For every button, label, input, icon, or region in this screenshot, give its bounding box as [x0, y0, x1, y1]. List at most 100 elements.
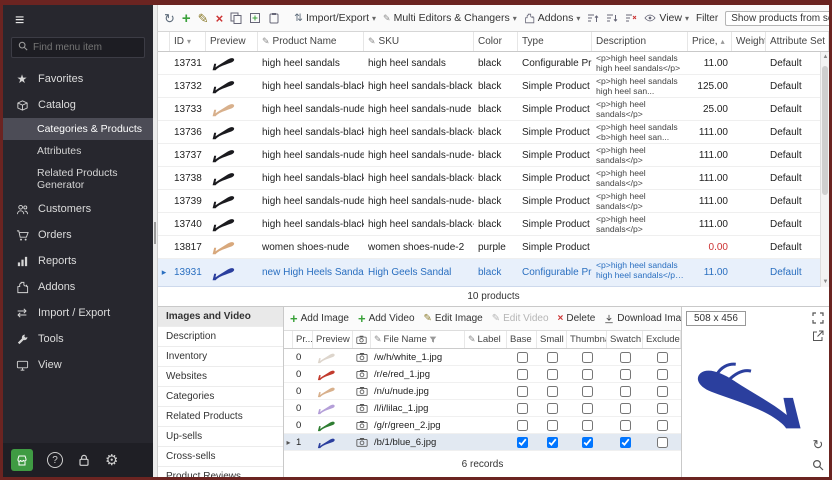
swatch-checkbox[interactable] [620, 437, 631, 448]
sidebar-search[interactable] [11, 37, 145, 58]
product-row[interactable]: 13736high heel sandals-black-36high heel… [158, 121, 829, 144]
sidebar-item-addons[interactable]: Addons [3, 274, 153, 300]
sort-desc-icon[interactable] [606, 13, 618, 24]
column-header-small[interactable]: Small [537, 331, 567, 348]
copy-icon[interactable] [230, 12, 242, 24]
product-row[interactable]: ▸13931new High Heels SandalsHigh Geels S… [158, 259, 829, 287]
add-video-button[interactable]: +Add Video [358, 311, 415, 326]
delete-image-button[interactable]: ×Delete [558, 313, 596, 324]
base-checkbox[interactable] [517, 352, 528, 363]
row-expand-icon[interactable]: ▸ [284, 434, 293, 450]
image-row[interactable]: 0/g/r/green_2.jpg [284, 417, 681, 434]
tab-description[interactable]: Description [158, 327, 283, 347]
sidebar-item-catalog[interactable]: Catalog [3, 92, 153, 118]
column-header-product-name[interactable]: ✎Product Name [258, 32, 364, 51]
column-header-color[interactable]: Color [474, 32, 518, 51]
lock-icon[interactable] [77, 453, 91, 467]
sidebar-item-import-export[interactable]: ⇄ Import / Export [3, 300, 153, 326]
fullscreen-icon[interactable] [812, 312, 824, 324]
import-export-dropdown[interactable]: ⇅ Import/Export ▾ [294, 12, 376, 24]
tab-product-reviews[interactable]: Product Reviews [158, 467, 283, 477]
row-expand-icon[interactable] [158, 144, 170, 166]
product-row[interactable]: 13740high heel sandals-black-38high heel… [158, 213, 829, 236]
clear-sort-icon[interactable] [625, 13, 637, 24]
store-icon[interactable] [11, 449, 33, 471]
exclude-checkbox[interactable] [657, 403, 668, 414]
row-expand-icon[interactable] [284, 349, 293, 365]
thumbnail-checkbox[interactable] [582, 437, 593, 448]
edit-image-button[interactable]: ✎Edit Image [424, 313, 483, 324]
tab-related-products[interactable]: Related Products [158, 407, 283, 427]
base-checkbox[interactable] [517, 386, 528, 397]
sidebar-item-view[interactable]: View [3, 352, 153, 378]
refresh-icon[interactable]: ↻ [164, 12, 175, 25]
product-row[interactable]: 13738high heel sandals-black-37high heel… [158, 167, 829, 190]
scroll-down-icon[interactable]: ▼ [821, 279, 830, 285]
open-external-icon[interactable] [812, 330, 824, 342]
column-header-preview[interactable]: Preview [206, 32, 258, 51]
add-product-icon[interactable]: + [182, 11, 191, 26]
sidebar-item-tools[interactable]: Tools [3, 326, 153, 352]
multi-editors-dropdown[interactable]: ✎ Multi Editors & Changers ▾ [383, 12, 517, 24]
column-header-base[interactable]: Base [507, 331, 537, 348]
thumbnail-checkbox[interactable] [582, 420, 593, 431]
column-header-description[interactable]: Description [592, 32, 688, 51]
row-expand-icon[interactable] [158, 236, 170, 258]
column-header-weight[interactable]: Weight [732, 32, 766, 51]
help-icon[interactable]: ? [47, 452, 63, 468]
swatch-checkbox[interactable] [620, 369, 631, 380]
download-image-button[interactable]: Download Image [604, 313, 681, 324]
tab-inventory[interactable]: Inventory [158, 347, 283, 367]
tab-up-sells[interactable]: Up-sells [158, 427, 283, 447]
sidebar-item-reports[interactable]: Reports [3, 248, 153, 274]
exclude-checkbox[interactable] [657, 386, 668, 397]
exclude-checkbox[interactable] [657, 420, 668, 431]
hamburger-menu-icon[interactable]: ≡ [3, 5, 153, 35]
sidebar-item-related-products-generator[interactable]: Related Products Generator [3, 162, 153, 196]
sidebar-item-attributes[interactable]: Attributes [3, 140, 153, 162]
small-checkbox[interactable] [547, 386, 558, 397]
tab-images-and-video[interactable]: Images and Video [158, 307, 283, 327]
column-header-price[interactable]: Price,▴ [688, 32, 732, 51]
sidebar-item-categories-products[interactable]: Categories & Products [3, 118, 153, 140]
column-header-label[interactable]: ✎Label [465, 331, 507, 348]
thumbnail-checkbox[interactable] [582, 403, 593, 414]
column-header-swatch[interactable]: Swatch [607, 331, 643, 348]
sidebar-item-favorites[interactable]: ★ Favorites [3, 66, 153, 92]
duplicate-icon[interactable] [249, 12, 261, 24]
zoom-icon[interactable] [812, 459, 824, 471]
swatch-checkbox[interactable] [620, 403, 631, 414]
row-expand-icon[interactable] [158, 167, 170, 189]
rotate-icon[interactable]: ↻ [813, 437, 824, 453]
column-header-attribute-set[interactable]: Attribute Set Name [766, 32, 829, 51]
small-checkbox[interactable] [547, 437, 558, 448]
column-header-id[interactable]: ID▾ [170, 32, 206, 51]
column-header-preview[interactable]: Preview [313, 331, 353, 348]
scrollbar-thumb[interactable] [822, 66, 828, 195]
edit-video-button[interactable]: ✎Edit Video [492, 313, 549, 324]
small-checkbox[interactable] [547, 420, 558, 431]
row-expand-icon[interactable] [284, 383, 293, 399]
category-filter-select[interactable]: Show products from selected categories ▾ [725, 11, 829, 26]
delete-product-icon[interactable]: × [216, 12, 224, 25]
image-row[interactable]: 0/r/e/red_1.jpg [284, 366, 681, 383]
column-header-sku[interactable]: ✎SKU [364, 32, 474, 51]
sidebar-item-orders[interactable]: Orders [3, 222, 153, 248]
base-checkbox[interactable] [517, 437, 528, 448]
row-expand-icon[interactable] [158, 121, 170, 143]
swatch-checkbox[interactable] [620, 352, 631, 363]
tab-categories[interactable]: Categories [158, 387, 283, 407]
thumbnail-checkbox[interactable] [582, 386, 593, 397]
product-row[interactable]: 13739high heel sandals-nude-37high heel … [158, 190, 829, 213]
image-row[interactable]: 0/n/u/nude.jpg [284, 383, 681, 400]
scroll-up-icon[interactable]: ▲ [821, 54, 830, 60]
exclude-checkbox[interactable] [657, 352, 668, 363]
row-expand-icon[interactable] [158, 98, 170, 120]
column-header-file-name[interactable]: ✎File Name [371, 331, 465, 348]
small-checkbox[interactable] [547, 403, 558, 414]
small-checkbox[interactable] [547, 369, 558, 380]
exclude-checkbox[interactable] [657, 369, 668, 380]
small-checkbox[interactable] [547, 352, 558, 363]
base-checkbox[interactable] [517, 420, 528, 431]
exclude-checkbox[interactable] [657, 437, 668, 448]
